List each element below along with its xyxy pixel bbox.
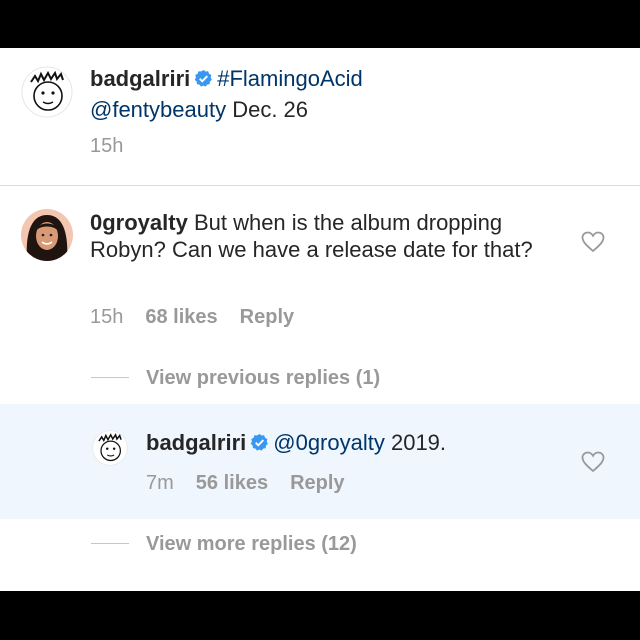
caption-time: 15h xyxy=(90,135,124,157)
reply-time: 7m xyxy=(146,472,174,494)
0groyalty-avatar[interactable] xyxy=(21,209,73,261)
caption-text: badgalriri #FlamingoAcid @fentybeauty Dec.… xyxy=(90,63,590,125)
caption-section: badgalriri #FlamingoAcid @fentybeauty Dec.… xyxy=(0,48,640,186)
reply-reply-button[interactable]: Reply xyxy=(290,472,344,494)
divider-line xyxy=(91,543,129,544)
reply-username[interactable]: badgalriri xyxy=(146,430,246,455)
caption-meta: 15h xyxy=(90,135,145,158)
sketch-face-avatar-icon xyxy=(21,66,73,118)
sketch-face-avatar-icon xyxy=(92,430,128,466)
comment-reply-button[interactable]: Reply xyxy=(240,306,294,328)
caption-mention[interactable]: @fentybeauty xyxy=(90,97,226,122)
verified-badge-icon xyxy=(250,433,269,452)
view-more-replies-label: View more replies (12) xyxy=(146,533,357,555)
reply-mention[interactable]: @0groyalty xyxy=(273,430,385,455)
comment-likes[interactable]: 68 likes xyxy=(145,306,217,328)
caption-username[interactable]: badgalriri xyxy=(90,66,190,91)
view-previous-replies-label: View previous replies (1) xyxy=(146,367,381,389)
caption-date-text: Dec. 26 xyxy=(226,97,309,122)
badgalriri-avatar[interactable] xyxy=(21,66,73,118)
reply-avatar[interactable] xyxy=(92,430,128,466)
reply-likes[interactable]: 56 likes xyxy=(196,472,268,494)
view-more-replies[interactable]: View more replies (12) xyxy=(91,533,357,556)
verified-badge-icon xyxy=(194,69,213,88)
reply-body: 2019. xyxy=(384,430,447,455)
comment-username[interactable]: 0groyalty xyxy=(90,210,188,235)
caption-hashtag[interactable]: #FlamingoAcid xyxy=(217,66,363,91)
comment-like-heart-icon[interactable] xyxy=(581,231,605,253)
comments-screen: badgalriri #FlamingoAcid @fentybeauty Dec.… xyxy=(0,48,640,591)
comment-time: 15h xyxy=(90,306,124,328)
reply-text: badgalriri @0groyalty 2019. xyxy=(146,429,566,456)
reply-meta: 7m 56 likes Reply xyxy=(146,472,367,495)
comment-meta: 15h 68 likes Reply xyxy=(90,306,316,329)
view-previous-replies[interactable]: View previous replies (1) xyxy=(91,367,380,390)
user-photo-avatar-icon xyxy=(21,209,73,261)
comment-text: 0groyalty But when is the album dropping… xyxy=(90,209,550,263)
reply-like-heart-icon[interactable] xyxy=(581,451,605,473)
highlighted-reply xyxy=(0,404,640,519)
divider-line xyxy=(91,377,129,378)
